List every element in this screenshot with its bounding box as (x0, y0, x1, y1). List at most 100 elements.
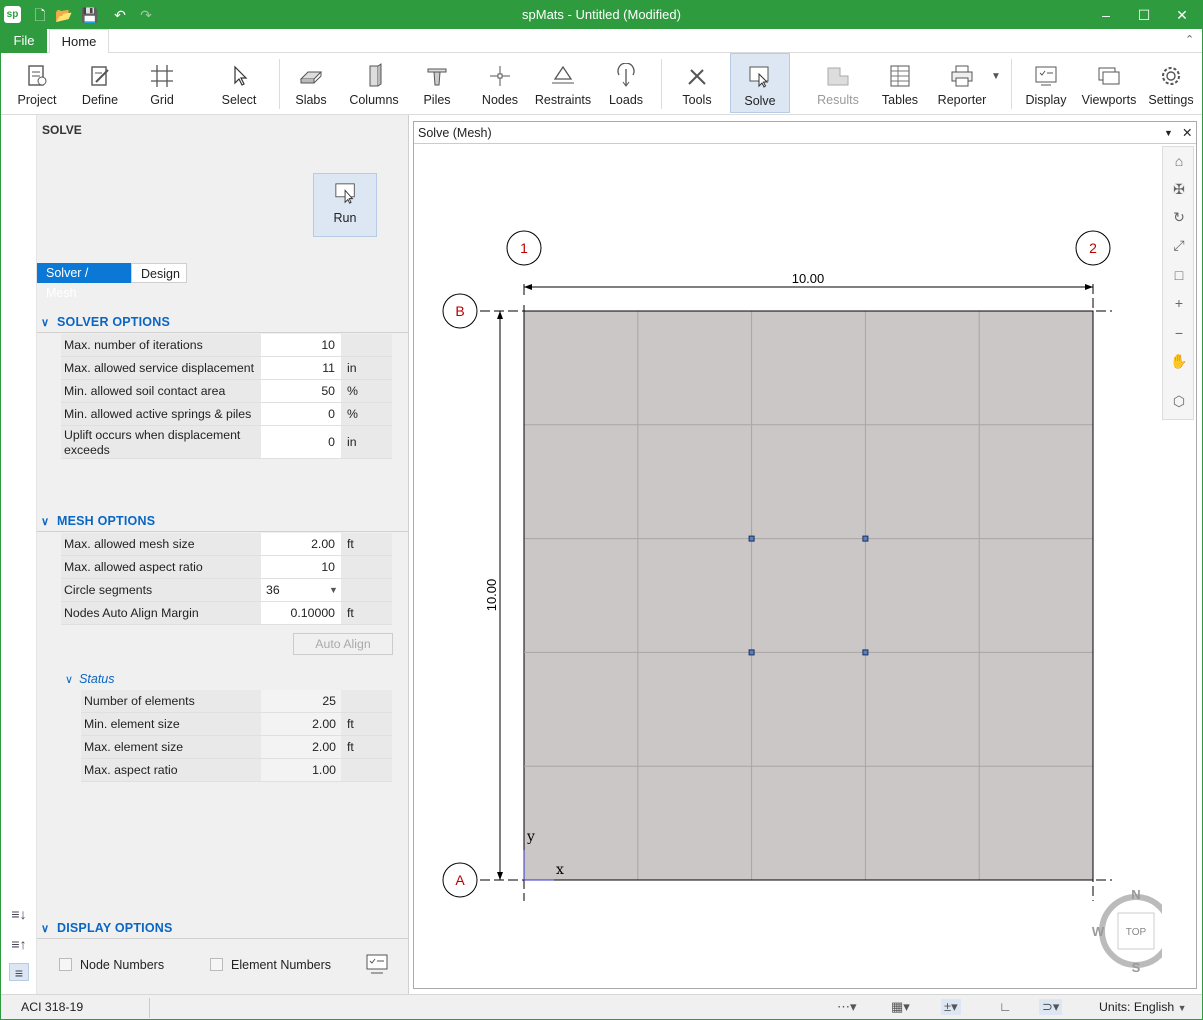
mesh-canvas[interactable]: 10.00 10.00 1 2 B A y x TOP N S W (414, 145, 1162, 988)
uplift-input[interactable]: 0 (261, 426, 341, 458)
mesh-options-header[interactable]: ∨ MESH OPTIONS (41, 514, 155, 528)
display-options-header[interactable]: ∨ DISPLAY OPTIONS (41, 921, 173, 935)
reporter-dropdown-icon[interactable]: ▼ (991, 71, 1001, 82)
ribbon-viewports-button[interactable]: Viewports (1077, 53, 1141, 113)
row-label: Min. allowed active springs & piles (64, 407, 252, 421)
menu-list-icon[interactable]: ≡ (9, 963, 29, 981)
mesh-node[interactable] (748, 535, 755, 542)
ribbon-results-button[interactable]: Results (807, 53, 869, 113)
run-button[interactable]: Run (313, 173, 377, 237)
row-unit: ft (347, 606, 354, 620)
ribbon-loads-button[interactable]: Loads (595, 53, 657, 113)
view-compass[interactable]: TOP N S E W (1092, 887, 1162, 975)
iterations-input[interactable]: 10 (261, 334, 341, 356)
slab-mesh-area[interactable] (523, 310, 1094, 881)
mesh-node[interactable] (862, 649, 869, 656)
redo-icon[interactable]: ↷ (137, 6, 155, 24)
compass-w: W (1092, 924, 1105, 939)
ribbon-label: Nodes (481, 93, 519, 107)
ribbon-piles-button[interactable]: Piles (407, 53, 467, 113)
status-header[interactable]: ∨ Status (65, 672, 115, 686)
aspect-ratio-input[interactable]: 10 (261, 556, 341, 578)
ribbon-label: Grid (150, 93, 174, 107)
load-icon (617, 63, 635, 87)
axes-view-icon[interactable]: ✠ (1169, 179, 1189, 199)
auto-align-margin-input[interactable]: 0.10000 (261, 602, 341, 624)
row-unit: % (347, 384, 358, 398)
row-unit: in (347, 361, 357, 375)
sort-up-icon[interactable]: ≡↑ (9, 935, 29, 953)
node-numbers-checkbox[interactable]: Node Numbers (59, 958, 164, 972)
ribbon-settings-button[interactable]: Settings (1141, 53, 1201, 113)
ortho-icon[interactable]: ±▾ (941, 999, 961, 1015)
design-code: ACI 318-19 (21, 1000, 84, 1014)
soil-contact-input[interactable]: 50 (261, 380, 341, 402)
ribbon-label: Define (81, 93, 119, 107)
undo-icon[interactable]: ↶ (111, 6, 129, 24)
ribbon-solve-button[interactable]: Solve (730, 53, 790, 113)
close-icon[interactable]: ✕ (1161, 1, 1202, 29)
mesh-node[interactable] (748, 649, 755, 656)
tab-file[interactable]: File (1, 29, 47, 53)
ribbon-display-button[interactable]: Display (1015, 53, 1077, 113)
home-view-icon[interactable]: ⌂ (1169, 151, 1189, 171)
checkbox-label: Node Numbers (80, 958, 165, 972)
display-icon (1035, 66, 1057, 86)
ribbon-project-button[interactable]: Project (5, 53, 69, 113)
sort-down-icon[interactable]: ≡↓ (9, 905, 29, 923)
ribbon: Project Define Grid Select Slabs Columns… (1, 53, 1202, 115)
minimize-icon[interactable]: – (1085, 1, 1127, 29)
mesh-size-input[interactable]: 2.00 (261, 533, 341, 555)
chevron-down-icon: ∨ (41, 923, 50, 935)
ribbon-define-button[interactable]: Define (69, 53, 131, 113)
auto-align-button[interactable]: Auto Align (293, 633, 393, 655)
dotted-grid-icon[interactable]: ⋯▾ (837, 999, 857, 1015)
row-label: Min. allowed soil contact area (64, 384, 226, 398)
viewport-menu-icon[interactable]: ▼ (1164, 122, 1173, 144)
ribbon-tools-button[interactable]: Tools (667, 53, 727, 113)
pan-hand-icon[interactable]: ✋ (1169, 351, 1189, 371)
element-numbers-checkbox[interactable]: Element Numbers (210, 958, 331, 972)
chevron-down-icon: ∨ (41, 516, 50, 528)
zoom-out-icon[interactable]: − (1169, 323, 1189, 343)
ribbon-label: Project (17, 93, 57, 107)
tab-solver-mesh[interactable]: Solver / Mesh (37, 263, 131, 300)
service-displacement-input[interactable]: 11 (261, 357, 341, 379)
open-folder-icon[interactable]: 📂 (55, 6, 73, 24)
save-icon[interactable]: 💾 (81, 6, 99, 24)
circle-segments-value: 36 (266, 583, 280, 597)
zoom-window-icon[interactable]: □ (1169, 265, 1189, 285)
ribbon-nodes-button[interactable]: Nodes (469, 53, 531, 113)
solver-options-header[interactable]: ∨ SOLVER OPTIONS (41, 315, 170, 329)
ribbon-label: Settings (1148, 93, 1194, 107)
new-file-icon[interactable]: 🗋 (31, 6, 49, 24)
angle-icon[interactable]: ∟ (999, 999, 1012, 1014)
display-settings-icon[interactable] (365, 953, 389, 975)
snap-magnet-icon[interactable]: ⊃▾ (1039, 999, 1063, 1015)
ribbon-grid-button[interactable]: Grid (131, 53, 193, 113)
tab-home[interactable]: Home (49, 29, 109, 54)
solver-row: Uplift occurs when displacement exceeds 0… (61, 426, 392, 459)
tab-design[interactable]: Design (131, 263, 187, 283)
ribbon-slabs-button[interactable]: Slabs (281, 53, 341, 113)
viewport-close-icon[interactable]: ✕ (1182, 122, 1192, 144)
active-springs-input[interactable]: 0 (261, 403, 341, 425)
ribbon-columns-button[interactable]: Columns (341, 53, 407, 113)
zoom-in-icon[interactable]: + (1169, 293, 1189, 313)
mesh-node[interactable] (862, 535, 869, 542)
ribbon-restraints-button[interactable]: Restraints (531, 53, 595, 113)
ribbon-select-button[interactable]: Select (207, 53, 271, 113)
units-selector[interactable]: Units: English ▼ (1099, 1000, 1187, 1014)
collapse-ribbon-icon[interactable]: ⌃ (1185, 33, 1194, 46)
ribbon-tables-button[interactable]: Tables (869, 53, 931, 113)
checkbox-box (59, 958, 72, 971)
maximize-icon[interactable]: ☐ (1123, 1, 1165, 29)
compass-n: N (1131, 887, 1140, 902)
ribbon-reporter-button[interactable]: Reporter (931, 53, 993, 113)
row-label: Uplift occurs when displacement exceeds (64, 428, 241, 457)
orbit-icon[interactable]: ↻ (1169, 207, 1189, 227)
grid-snap-icon[interactable]: ▦▾ (891, 999, 910, 1015)
zoom-extents-icon[interactable]: ⤢ (1169, 235, 1189, 255)
3d-box-icon[interactable]: ⬡ (1169, 391, 1189, 411)
circle-segments-select[interactable]: 36 ▼ (261, 579, 341, 601)
